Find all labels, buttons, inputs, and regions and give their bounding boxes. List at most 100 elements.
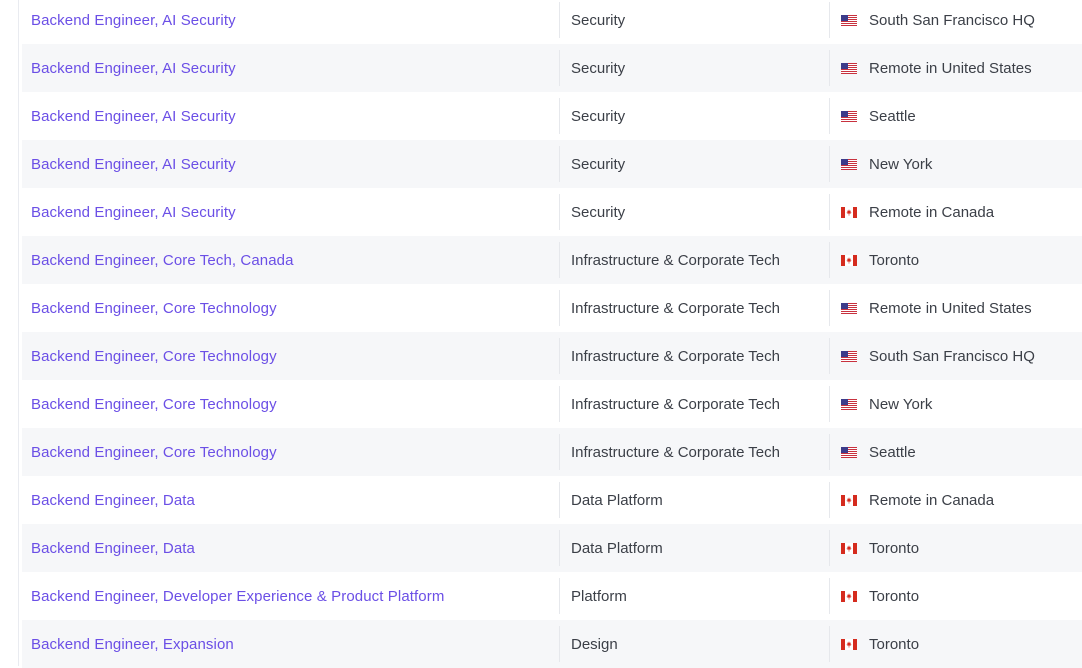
job-team-cell: Security (559, 50, 829, 86)
job-team-cell: Infrastructure & Corporate Tech (559, 290, 829, 326)
job-team: Data Platform (571, 539, 663, 557)
job-row: Backend Engineer, AI Security Security R… (22, 44, 1082, 92)
job-team-cell: Security (559, 98, 829, 134)
job-title-link[interactable]: Backend Engineer, Core Tech, Canada (31, 252, 294, 269)
job-title-link[interactable]: Backend Engineer, AI Security (31, 156, 236, 173)
job-title-cell: Backend Engineer, Core Technology (22, 428, 559, 476)
job-row: Backend Engineer, AI Security Security S… (22, 0, 1082, 44)
job-location-cell: South San Francisco HQ (829, 2, 1082, 38)
job-location: New York (869, 155, 933, 173)
job-location: Seattle (869, 443, 916, 461)
job-team: Data Platform (571, 491, 663, 509)
job-row: Backend Engineer, Core Tech, Canada Infr… (22, 236, 1082, 284)
job-location-cell: South San Francisco HQ (829, 338, 1082, 374)
job-title-cell: Backend Engineer, Core Technology (22, 380, 559, 428)
job-team: Security (571, 203, 626, 221)
job-title-cell: Backend Engineer, Core Technology (22, 332, 559, 380)
job-team-cell: Data Platform (559, 482, 829, 518)
job-title-link[interactable]: Backend Engineer, Core Technology (31, 444, 277, 461)
job-location-cell: Seattle (829, 98, 1082, 134)
job-title-cell: Backend Engineer, Data (22, 524, 559, 572)
job-title-cell: Backend Engineer, AI Security (22, 0, 559, 44)
page-left-border (18, 0, 19, 666)
job-title-link[interactable]: Backend Engineer, AI Security (31, 204, 236, 221)
job-row: Backend Engineer, Core Technology Infras… (22, 284, 1082, 332)
job-location-cell: Remote in Canada (829, 194, 1082, 230)
us-flag-icon (841, 302, 857, 314)
canada-flag-icon (841, 590, 857, 602)
job-title-cell: Backend Engineer, Developer Experience &… (22, 572, 559, 620)
job-title-link[interactable]: Backend Engineer, Core Technology (31, 348, 277, 365)
job-title-cell: Backend Engineer, Core Technology (22, 284, 559, 332)
us-flag-icon (841, 446, 857, 458)
job-team: Design (571, 635, 618, 653)
job-location-cell: Remote in United States (829, 50, 1082, 86)
job-location-cell: Seattle (829, 434, 1082, 470)
job-title-cell: Backend Engineer, AI Security (22, 188, 559, 236)
job-location: Toronto (869, 587, 920, 605)
job-title-link[interactable]: Backend Engineer, Data (31, 492, 195, 509)
canada-flag-icon (841, 638, 857, 650)
job-title-link[interactable]: Backend Engineer, Developer Experience &… (31, 588, 444, 605)
job-location: Seattle (869, 107, 916, 125)
job-location-cell: Remote in Canada (829, 482, 1082, 518)
job-location: Toronto (869, 251, 920, 269)
job-row: Backend Engineer, AI Security Security N… (22, 140, 1082, 188)
job-team: Security (571, 155, 626, 173)
job-title-link[interactable]: Backend Engineer, Expansion (31, 636, 234, 653)
job-team-cell: Platform (559, 578, 829, 614)
job-row: Backend Engineer, Core Technology Infras… (22, 332, 1082, 380)
job-location-cell: New York (829, 386, 1082, 422)
canada-flag-icon (841, 542, 857, 554)
canada-flag-icon (841, 206, 857, 218)
job-row: Backend Engineer, Data Data Platform Tor… (22, 524, 1082, 572)
job-location: Remote in United States (869, 299, 1032, 317)
job-location: Toronto (869, 539, 920, 557)
job-location-cell: Toronto (829, 242, 1082, 278)
job-location-cell: Remote in United States (829, 290, 1082, 326)
job-title-link[interactable]: Backend Engineer, AI Security (31, 60, 236, 77)
job-team: Security (571, 107, 626, 125)
job-location: South San Francisco HQ (869, 11, 1035, 29)
job-title-link[interactable]: Backend Engineer, AI Security (31, 12, 236, 29)
job-team: Infrastructure & Corporate Tech (571, 347, 780, 365)
job-row: Backend Engineer, Core Technology Infras… (22, 380, 1082, 428)
job-title-link[interactable]: Backend Engineer, Data (31, 540, 195, 557)
job-row: Backend Engineer, Expansion Design Toron… (22, 620, 1082, 668)
job-row: Backend Engineer, Developer Experience &… (22, 572, 1082, 620)
job-team-cell: Design (559, 626, 829, 662)
job-team-cell: Data Platform (559, 530, 829, 566)
job-title-cell: Backend Engineer, AI Security (22, 44, 559, 92)
job-team-cell: Security (559, 146, 829, 182)
job-row: Backend Engineer, AI Security Security R… (22, 188, 1082, 236)
us-flag-icon (841, 398, 857, 410)
job-location-cell: Toronto (829, 626, 1082, 662)
job-location: Remote in Canada (869, 203, 995, 221)
job-title-cell: Backend Engineer, Core Tech, Canada (22, 236, 559, 284)
canada-flag-icon (841, 254, 857, 266)
job-location-cell: Toronto (829, 530, 1082, 566)
job-team: Security (571, 59, 626, 77)
job-title-cell: Backend Engineer, AI Security (22, 140, 559, 188)
job-row: Backend Engineer, Core Technology Infras… (22, 428, 1082, 476)
job-team: Security (571, 11, 626, 29)
job-location-cell: Toronto (829, 578, 1082, 614)
job-row: Backend Engineer, Data Data Platform Rem… (22, 476, 1082, 524)
us-flag-icon (841, 62, 857, 74)
job-team-cell: Infrastructure & Corporate Tech (559, 434, 829, 470)
job-row: Backend Engineer, AI Security Security S… (22, 92, 1082, 140)
job-location: Remote in United States (869, 59, 1032, 77)
job-location-cell: New York (829, 146, 1082, 182)
job-team: Infrastructure & Corporate Tech (571, 443, 780, 461)
job-team-cell: Security (559, 2, 829, 38)
job-team: Platform (571, 587, 627, 605)
job-location: Remote in Canada (869, 491, 995, 509)
us-flag-icon (841, 14, 857, 26)
job-listings-table: Backend Engineer, AI Security Security S… (22, 0, 1082, 668)
job-title-link[interactable]: Backend Engineer, Core Technology (31, 300, 277, 317)
job-title-cell: Backend Engineer, Expansion (22, 620, 559, 668)
job-team-cell: Infrastructure & Corporate Tech (559, 242, 829, 278)
job-team: Infrastructure & Corporate Tech (571, 299, 780, 317)
job-title-link[interactable]: Backend Engineer, Core Technology (31, 396, 277, 413)
job-title-link[interactable]: Backend Engineer, AI Security (31, 108, 236, 125)
